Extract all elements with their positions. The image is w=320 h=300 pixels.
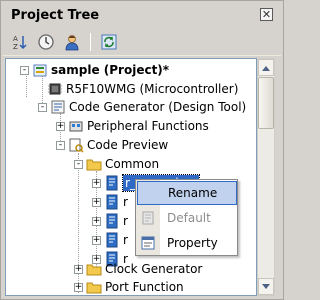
scroll-up-button[interactable] bbox=[258, 59, 274, 76]
chevron-down-icon bbox=[262, 283, 270, 289]
panel-titlebar: Project Tree ✕ bbox=[3, 4, 281, 26]
tree-item-label: r bbox=[123, 195, 128, 209]
tree-item-file[interactable]: + r bbox=[92, 211, 128, 231]
tree-item-label: Code Generator (Design Tool) bbox=[69, 100, 247, 114]
tree-item-clock-generator[interactable]: + Clock Generator bbox=[74, 259, 202, 279]
tree-item-label: Common bbox=[105, 157, 160, 171]
tree-item-label: Port Function bbox=[105, 280, 184, 294]
expand-icon[interactable]: + bbox=[92, 235, 101, 245]
vertical-scrollbar[interactable] bbox=[257, 58, 275, 296]
close-icon: ✕ bbox=[261, 8, 272, 21]
context-menu: Rename Default Property bbox=[135, 179, 238, 256]
menu-item-label: Rename bbox=[168, 186, 218, 200]
folder-icon bbox=[86, 156, 102, 172]
expand-icon[interactable]: + bbox=[74, 264, 83, 274]
tree-item-peripheral-functions[interactable]: + Peripheral Functions bbox=[56, 116, 209, 136]
refresh-button[interactable] bbox=[98, 31, 120, 53]
clock-button[interactable] bbox=[35, 31, 57, 53]
sort-icon: A Z bbox=[13, 35, 27, 51]
scroll-down-button[interactable] bbox=[258, 278, 274, 295]
svg-text:A: A bbox=[13, 35, 18, 43]
clock-icon bbox=[38, 33, 54, 50]
scrollbar-thumb[interactable] bbox=[258, 77, 274, 129]
tree-item-label: Code Preview bbox=[87, 138, 169, 152]
expand-icon[interactable]: + bbox=[92, 197, 101, 207]
folder-icon bbox=[86, 279, 102, 295]
tree-item-code-preview[interactable]: - Code Preview bbox=[56, 135, 168, 155]
tree-item-label: R5F10WMG (Microcontroller) bbox=[66, 82, 239, 96]
c-file-icon bbox=[104, 175, 120, 191]
sort-button[interactable]: A Z bbox=[9, 31, 31, 53]
expand-icon[interactable]: + bbox=[92, 216, 101, 226]
panel-title: Project Tree bbox=[11, 7, 100, 23]
c-file-icon bbox=[104, 213, 120, 229]
collapse-icon[interactable]: - bbox=[74, 159, 83, 169]
collapse-icon[interactable]: - bbox=[56, 140, 65, 150]
toolbar-separator bbox=[90, 32, 91, 51]
tree-item-port-function[interactable]: + Port Function bbox=[74, 277, 184, 295]
tree-item-label: r bbox=[123, 214, 128, 228]
menu-item-rename[interactable]: Rename bbox=[137, 181, 237, 205]
expand-icon[interactable]: + bbox=[56, 121, 65, 131]
tree-item-code-generator[interactable]: - Code Generator (Design Tool) bbox=[38, 97, 246, 117]
menu-item-property[interactable]: Property bbox=[137, 231, 237, 255]
expand-icon[interactable]: + bbox=[92, 178, 101, 188]
tree-item-project[interactable]: - sample (Project)* bbox=[20, 60, 169, 80]
chevron-up-icon bbox=[262, 65, 270, 71]
code-preview-icon bbox=[68, 137, 84, 153]
code-generator-icon bbox=[50, 99, 66, 115]
menu-item-label: Default bbox=[167, 211, 211, 225]
chip-icon bbox=[47, 81, 63, 97]
default-icon bbox=[137, 210, 159, 226]
refresh-icon bbox=[101, 34, 117, 49]
c-file-icon bbox=[104, 194, 120, 210]
project-icon bbox=[32, 62, 48, 78]
user-button[interactable] bbox=[61, 31, 83, 53]
property-icon bbox=[137, 235, 159, 251]
tree-item-file[interactable]: + r bbox=[92, 192, 128, 212]
tree-item-file[interactable]: + r bbox=[92, 230, 128, 250]
peripheral-icon bbox=[68, 118, 84, 134]
tree-item-label: sample (Project)* bbox=[51, 63, 170, 77]
collapse-icon[interactable]: - bbox=[38, 102, 47, 112]
folder-icon bbox=[86, 261, 102, 277]
toolbar: A Z bbox=[3, 28, 281, 56]
tree-item-label: r bbox=[123, 233, 128, 247]
expand-icon[interactable]: + bbox=[74, 282, 83, 292]
tree-item-label: Clock Generator bbox=[105, 262, 203, 276]
tree-item-label: Peripheral Functions bbox=[87, 119, 209, 133]
user-icon bbox=[65, 34, 79, 50]
project-tree[interactable]: - sample (Project)* R5F10WMG (Microcontr… bbox=[5, 58, 257, 296]
collapse-icon[interactable]: - bbox=[20, 65, 29, 75]
close-button[interactable]: ✕ bbox=[260, 8, 273, 21]
tree-item-common[interactable]: - Common bbox=[74, 154, 159, 174]
c-file-icon bbox=[104, 232, 120, 248]
project-tree-panel: Project Tree ✕ A Z - sample (Project)* R… bbox=[0, 0, 284, 300]
menu-item-default[interactable]: Default bbox=[137, 206, 237, 230]
tree-item-microcontroller[interactable]: R5F10WMG (Microcontroller) bbox=[44, 79, 238, 99]
svg-text:Z: Z bbox=[13, 43, 18, 51]
menu-item-label: Property bbox=[167, 236, 218, 250]
